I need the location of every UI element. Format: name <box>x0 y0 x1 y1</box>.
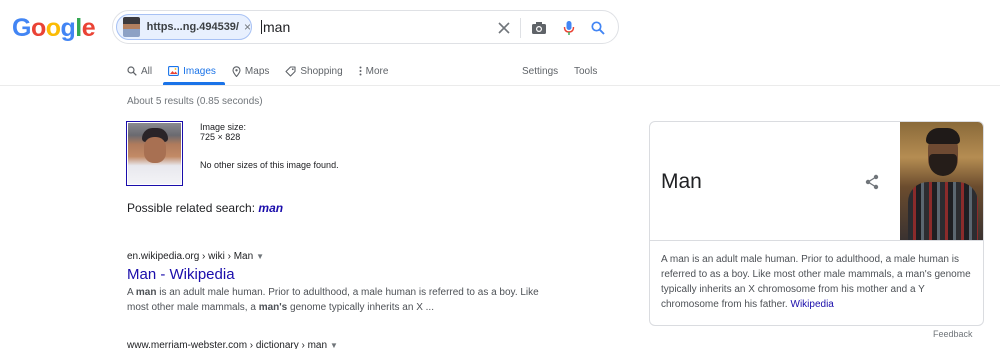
query-image-thumbnail[interactable] <box>126 121 183 186</box>
chip-label: https...ng.494539/ <box>146 21 239 33</box>
search-tabs: All Images Maps Shopping More <box>127 63 404 79</box>
result-breadcrumb: en.wikipedia.org › wiki › Man ▼ <box>127 251 557 262</box>
google-logo[interactable]: Google <box>12 14 96 43</box>
result-url[interactable]: en.wikipedia.org › wiki › Man <box>127 251 253 262</box>
search-query-text: man <box>263 19 291 35</box>
knowledge-panel-title: Man <box>661 170 702 193</box>
related-search-prefix: Possible related search: <box>127 201 259 215</box>
mic-icon[interactable] <box>559 18 579 38</box>
kp-hair <box>926 128 960 144</box>
image-size-value: 725 × 828 <box>200 132 241 142</box>
knowledge-panel-description: A man is an adult male human. Prior to a… <box>661 252 976 312</box>
tab-label: All <box>141 65 153 77</box>
search-result: en.wikipedia.org › wiki › Man ▼ Man - Wik… <box>127 251 557 315</box>
snippet-text: genome typically inherits an X ... <box>287 302 434 313</box>
image-query-chip[interactable]: https...ng.494539/ × <box>116 14 252 40</box>
settings-link[interactable]: Settings <box>522 63 558 79</box>
search-icon[interactable] <box>588 18 608 38</box>
camera-icon[interactable] <box>529 18 549 38</box>
dropdown-arrow-icon[interactable]: ▼ <box>256 252 264 261</box>
text-caret <box>261 20 262 34</box>
wikipedia-link[interactable]: Wikipedia <box>791 299 834 310</box>
knowledge-panel-divider <box>650 240 983 241</box>
clear-icon[interactable] <box>494 18 514 38</box>
tab-shopping[interactable]: Shopping <box>285 63 343 79</box>
header-divider <box>0 85 1000 86</box>
logo-letter: e <box>81 14 96 42</box>
kp-beard <box>929 154 957 176</box>
logo-letter: o <box>30 14 46 42</box>
tab-label: More <box>365 65 389 77</box>
related-search: Possible related search: man <box>127 201 283 215</box>
tools-link[interactable]: Tools <box>574 63 597 79</box>
chip-close-icon[interactable]: × <box>244 20 251 34</box>
tab-label: Shopping <box>300 65 343 77</box>
query-image <box>128 123 181 184</box>
search-divider <box>520 18 521 38</box>
chip-thumbnail <box>123 17 140 37</box>
map-pin-icon <box>232 65 241 77</box>
snippet-text: A <box>127 287 136 298</box>
dropdown-arrow-icon[interactable]: ▼ <box>330 341 338 349</box>
thumb-face <box>144 137 166 163</box>
search-result: www.merriam-webster.com › dictionary › m… <box>127 340 338 349</box>
snippet-bold: man's <box>258 302 288 313</box>
image-icon <box>168 66 180 76</box>
kp-shirt <box>908 182 978 240</box>
feedback-link[interactable]: Feedback <box>933 329 973 339</box>
tab-more[interactable]: More <box>359 63 389 79</box>
logo-letter: o <box>45 14 61 42</box>
logo-letter: g <box>60 14 76 42</box>
more-vert-icon <box>359 66 362 76</box>
knowledge-panel-image[interactable] <box>900 122 983 240</box>
tag-icon <box>285 65 296 77</box>
result-stats: About 5 results (0.85 seconds) <box>127 96 263 107</box>
share-icon[interactable] <box>864 174 880 195</box>
knowledge-panel: Man A man is an adult male human. Prior … <box>649 121 984 326</box>
related-search-link[interactable]: man <box>258 201 283 215</box>
result-url[interactable]: www.merriam-webster.com › dictionary › m… <box>127 340 327 349</box>
tab-label: Maps <box>244 65 270 77</box>
search-box[interactable]: https...ng.494539/ × man <box>112 10 619 44</box>
snippet-bold: man <box>135 287 157 298</box>
image-size-label: Image size: <box>200 122 247 132</box>
result-snippet: A man is an adult male human. Prior to a… <box>127 285 557 315</box>
no-other-sizes-text: No other sizes of this image found. <box>200 160 339 170</box>
search-input[interactable]: man <box>261 19 290 35</box>
tab-all[interactable]: All <box>127 63 152 79</box>
tab-images[interactable]: Images <box>168 63 216 79</box>
tab-maps[interactable]: Maps <box>232 63 269 79</box>
search-icon <box>127 66 137 76</box>
result-breadcrumb: www.merriam-webster.com › dictionary › m… <box>127 340 338 349</box>
result-title[interactable]: Man - Wikipedia <box>127 266 557 283</box>
tab-label: Images <box>183 65 216 77</box>
logo-letter: G <box>12 14 31 42</box>
